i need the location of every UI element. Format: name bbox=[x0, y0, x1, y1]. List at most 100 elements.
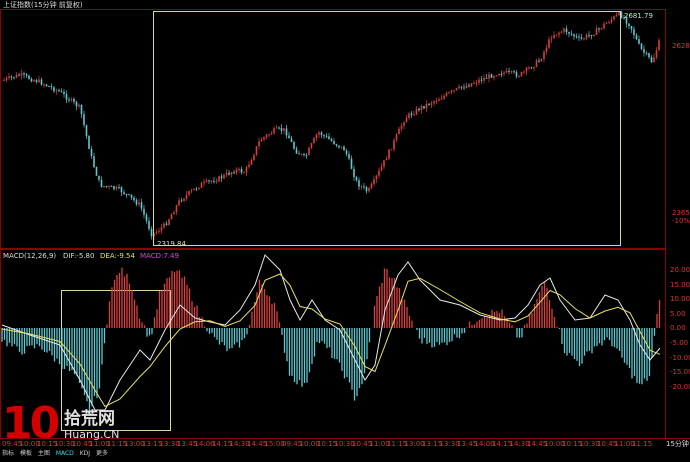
candle-body bbox=[553, 35, 555, 39]
candle-body bbox=[168, 219, 170, 225]
candle-body bbox=[418, 108, 420, 111]
price-panel-frame bbox=[0, 9, 666, 249]
candle-body bbox=[518, 76, 520, 78]
candle-body bbox=[475, 82, 478, 84]
candle-body bbox=[290, 138, 293, 143]
candle-body bbox=[383, 160, 385, 167]
high-price-label: 2681.79 bbox=[624, 12, 653, 20]
kline-chart-canvas[interactable] bbox=[0, 0, 690, 458]
candle-body bbox=[258, 141, 260, 147]
candle-body bbox=[248, 164, 250, 168]
tab-template[interactable]: 模板 bbox=[18, 449, 34, 458]
candle-body bbox=[185, 194, 188, 199]
candle-body bbox=[80, 104, 83, 115]
tab-macd[interactable]: MACD bbox=[54, 449, 76, 458]
candle-body bbox=[160, 227, 163, 231]
candle-body bbox=[148, 220, 150, 229]
tab-more[interactable]: 更多 bbox=[94, 449, 110, 458]
candle-body bbox=[433, 101, 435, 104]
candle-body bbox=[133, 197, 135, 201]
candle-body bbox=[278, 127, 280, 129]
macd-y-label: -10.00 bbox=[670, 353, 690, 362]
candle-body bbox=[345, 150, 348, 155]
bottom-tab-bar: 指标 模板 主图 MACD KDJ 更多 bbox=[0, 449, 690, 458]
candle-body bbox=[403, 122, 405, 126]
macd-y-label: 0.00 bbox=[670, 324, 686, 333]
candle-body bbox=[565, 28, 568, 33]
candle-body bbox=[608, 22, 610, 24]
candle-body bbox=[60, 91, 63, 93]
candle-body bbox=[63, 91, 65, 95]
candle-body bbox=[600, 28, 603, 30]
tab-main-chart[interactable]: 主图 bbox=[36, 449, 52, 458]
candle-body bbox=[643, 49, 645, 53]
macd-dif-value: DIF:-5.80 bbox=[63, 252, 95, 260]
candle-body bbox=[648, 53, 650, 58]
candle-body bbox=[268, 134, 270, 136]
candle-body bbox=[98, 175, 100, 180]
candle-body bbox=[390, 149, 393, 151]
candle-body bbox=[513, 71, 515, 73]
candle-body bbox=[163, 223, 165, 228]
candle-body bbox=[273, 128, 275, 134]
candle-body bbox=[318, 132, 320, 135]
candle-body bbox=[68, 99, 70, 101]
candle-body bbox=[655, 50, 658, 58]
candle-body bbox=[523, 71, 525, 73]
candle-body bbox=[605, 22, 608, 24]
candle-body bbox=[558, 32, 560, 35]
period-label: 15分钟 bbox=[666, 440, 689, 448]
candle-body bbox=[295, 148, 298, 154]
watermark-chinese: 拾荒网 bbox=[64, 409, 115, 429]
candle-body bbox=[593, 34, 595, 37]
candle-body bbox=[363, 186, 365, 188]
candle-body bbox=[108, 185, 110, 187]
candle-body bbox=[250, 159, 253, 165]
candle-body bbox=[405, 117, 408, 123]
tab-kdj[interactable]: KDJ bbox=[78, 449, 92, 458]
candle-body bbox=[255, 146, 258, 155]
candle-body bbox=[645, 52, 648, 54]
candle-body bbox=[520, 71, 523, 77]
candle-body bbox=[293, 142, 295, 149]
candle-body bbox=[188, 191, 190, 195]
candle-body bbox=[230, 172, 233, 175]
candle-body bbox=[463, 87, 465, 89]
candle-body bbox=[283, 128, 285, 131]
chart-stage[interactable]: 上证指数(15分钟 前复权) MACD(12,26,9) DIF:-5.80 D… bbox=[0, 0, 690, 458]
candle-body bbox=[220, 176, 223, 179]
candle-body bbox=[208, 180, 210, 182]
candle-body bbox=[233, 172, 235, 174]
macd-bar-value: MACD:7.49 bbox=[140, 252, 179, 260]
candle-body bbox=[610, 19, 613, 23]
candle-body bbox=[410, 113, 413, 115]
candle-body bbox=[50, 86, 53, 88]
candle-body bbox=[113, 186, 115, 190]
candle-body bbox=[5, 77, 8, 80]
tab-indicator[interactable]: 指标 bbox=[0, 449, 16, 458]
candle-body bbox=[150, 228, 153, 237]
candle-body bbox=[583, 38, 585, 40]
candle-body bbox=[180, 200, 183, 202]
candle-body bbox=[510, 71, 513, 73]
candle-body bbox=[33, 80, 35, 82]
candle-body bbox=[503, 72, 505, 74]
candle-body bbox=[213, 180, 215, 183]
macd-y-label: 5.00 bbox=[670, 309, 686, 318]
candle-body bbox=[93, 156, 95, 168]
candle-body bbox=[548, 39, 550, 48]
candle-body bbox=[143, 208, 145, 215]
candle-body bbox=[413, 114, 415, 116]
candle-body bbox=[563, 28, 565, 32]
price-y-label: 2365 bbox=[672, 209, 690, 217]
candle-body bbox=[243, 172, 245, 174]
candle-body bbox=[578, 36, 580, 38]
candle-body bbox=[275, 127, 278, 129]
candle-body bbox=[253, 154, 255, 160]
candle-body bbox=[425, 103, 428, 109]
price-y-label: -10% bbox=[672, 217, 690, 225]
candle-body bbox=[73, 98, 75, 102]
candle-body bbox=[70, 98, 73, 101]
candle-body bbox=[580, 37, 583, 39]
candle-body bbox=[355, 177, 358, 181]
